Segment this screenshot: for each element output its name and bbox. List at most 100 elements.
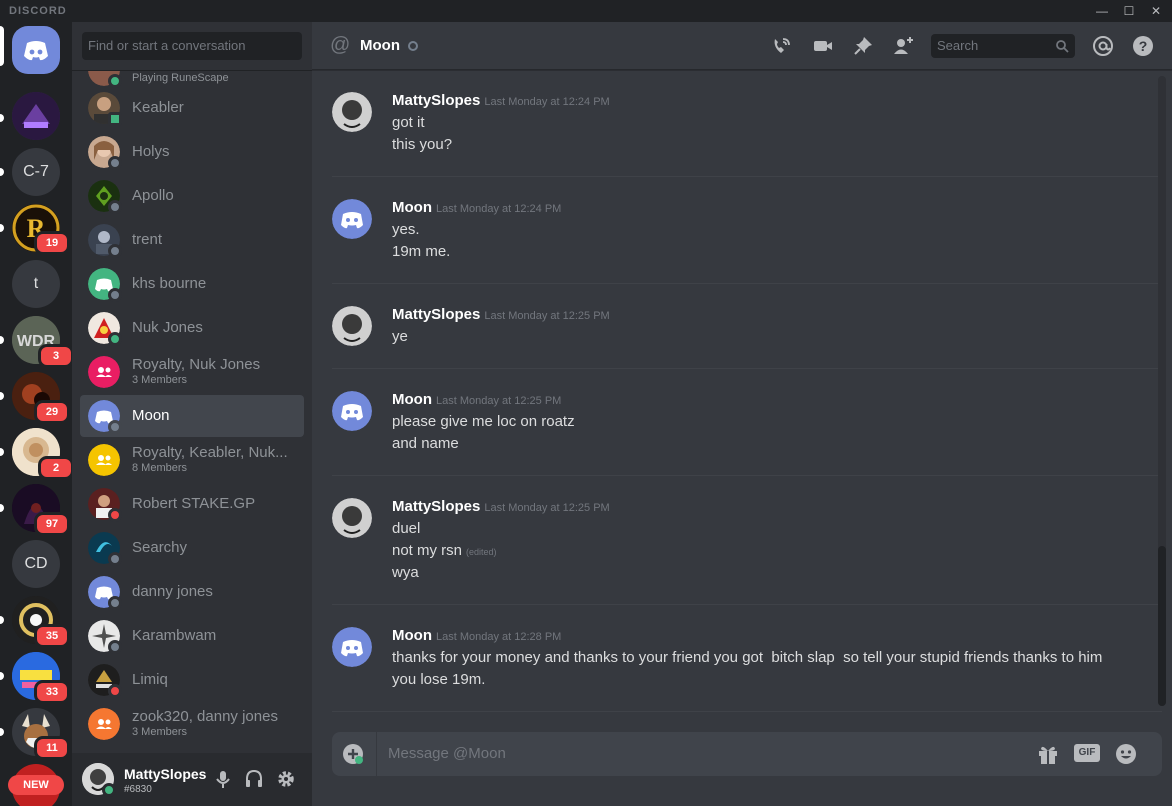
selected-indicator	[0, 26, 4, 66]
new-badge[interactable]: NEW	[8, 775, 64, 795]
discord-default-avatar-icon[interactable]	[332, 391, 372, 431]
dm-item-danny-jones[interactable]: danny jones	[80, 571, 304, 613]
dm-name: Keabler	[132, 99, 184, 116]
discord-default-avatar-icon[interactable]	[332, 199, 372, 239]
avatar[interactable]	[332, 92, 372, 132]
dm-item-holys[interactable]: Holys	[80, 131, 304, 173]
dm-name: Royalty, Nuk Jones	[132, 356, 261, 373]
status-offline	[108, 640, 122, 654]
dm-item-group-zook320[interactable]: zook320, danny jones 3 Members	[80, 703, 304, 745]
message-text: please give me loc on roatz	[392, 413, 575, 430]
gear-icon[interactable]	[275, 768, 297, 790]
emoji-icon[interactable]	[1114, 743, 1138, 765]
server-c7[interactable]: C-7	[12, 148, 60, 196]
status-offline	[108, 288, 122, 302]
unread-indicator	[0, 336, 4, 344]
dm-name: Robert STAKE.GP	[132, 495, 256, 512]
avatar[interactable]	[332, 498, 372, 538]
status-online	[108, 74, 122, 88]
status-offline	[108, 596, 122, 610]
upload-plus-icon[interactable]	[342, 743, 364, 765]
message-author[interactable]: Moon Last Monday at 12:28 PM	[392, 627, 561, 644]
unread-indicator	[0, 672, 4, 680]
gif-button[interactable]: GIF	[1074, 744, 1100, 762]
mentions-icon[interactable]	[1092, 35, 1114, 57]
chat-header: @ Moon Search ?	[312, 22, 1172, 70]
avatar[interactable]	[332, 306, 372, 346]
unread-indicator	[0, 224, 4, 232]
mention-badge: 35	[34, 624, 70, 648]
dm-item-robert-stake[interactable]: Robert STAKE.GP	[80, 483, 304, 525]
message-author[interactable]: Moon Last Monday at 12:24 PM	[392, 199, 561, 216]
dm-item-group-royalty[interactable]: Royalty, Nuk Jones 3 Members	[80, 351, 304, 393]
message-text: and name	[392, 435, 459, 452]
message-text: not my rsn (edited)	[392, 542, 497, 559]
at-icon: @	[330, 34, 351, 56]
user-tag: #6830	[124, 784, 152, 795]
message-text: this you?	[392, 136, 453, 153]
microphone-icon[interactable]	[212, 768, 234, 790]
message-author[interactable]: MattySlopes Last Monday at 12:25 PM	[392, 306, 610, 323]
voice-call-icon[interactable]	[771, 35, 793, 57]
help-icon[interactable]: ?	[1132, 35, 1154, 57]
dm-item-keabler[interactable]: Keabler	[80, 87, 304, 129]
scrollbar-thumb[interactable]	[1158, 546, 1166, 706]
dm-search-input[interactable]: Find or start a conversation	[82, 32, 302, 60]
dm-activity: Playing RuneScape	[132, 72, 229, 84]
unread-indicator	[0, 616, 4, 624]
add-friend-icon[interactable]	[892, 35, 914, 57]
dm-name: Limiq	[132, 671, 168, 688]
status-mobile-online	[108, 112, 122, 126]
dm-name: Nuk Jones	[132, 319, 203, 336]
discord-logo-icon	[24, 41, 48, 61]
dm-item-apollo[interactable]: Apollo	[80, 175, 304, 217]
gift-icon[interactable]	[1036, 743, 1060, 765]
message-author[interactable]: Moon Last Monday at 12:25 PM	[392, 391, 561, 408]
server-icon[interactable]	[12, 92, 60, 140]
search-input[interactable]: Search	[931, 34, 1075, 58]
headphones-icon[interactable]	[243, 768, 265, 790]
message-input[interactable]: Message @Moon	[388, 745, 506, 762]
channel-name: Moon	[360, 37, 400, 54]
app-brand: DISCORD	[9, 5, 67, 17]
pin-icon[interactable]	[852, 35, 874, 57]
message-divider	[332, 283, 1162, 284]
dm-item-limiq[interactable]: Limiq	[80, 659, 304, 701]
message-text: ye	[392, 328, 408, 345]
message-author[interactable]: MattySlopes Last Monday at 12:25 PM	[392, 498, 610, 515]
dm-item-khs-bourne[interactable]: khs bourne	[80, 263, 304, 305]
message-timestamp: Last Monday at 12:25 PM	[484, 310, 610, 322]
group-dm-icon	[88, 708, 120, 740]
dm-item-karambwam[interactable]: Karambwam	[80, 615, 304, 657]
close-button[interactable]: ✕	[1144, 0, 1168, 22]
group-dm-icon	[88, 356, 120, 388]
video-call-icon[interactable]	[812, 35, 834, 57]
dm-item-moon[interactable]: Moon	[80, 395, 304, 437]
message-text: got it	[392, 114, 425, 131]
message-text: wya	[392, 564, 419, 581]
dm-item-nuk-jones[interactable]: Nuk Jones	[80, 307, 304, 349]
unread-indicator	[0, 504, 4, 512]
dm-sidebar: Find or start a conversation Playing Run…	[72, 22, 312, 806]
status-offline	[408, 41, 418, 51]
message-timestamp: Last Monday at 12:24 PM	[484, 96, 610, 108]
server-cd[interactable]: CD	[12, 540, 60, 588]
title-bar: DISCORD — ☐ ✕	[0, 0, 1172, 22]
mention-badge: 97	[34, 512, 70, 536]
message-text: you lose 19m.	[392, 671, 486, 688]
home-button[interactable]	[12, 26, 60, 74]
dm-item-trent[interactable]: trent	[80, 219, 304, 261]
server-t[interactable]: t	[12, 260, 60, 308]
minimize-button[interactable]: —	[1090, 0, 1114, 22]
maximize-button[interactable]: ☐	[1117, 0, 1141, 22]
mention-badge: 3	[38, 344, 72, 368]
message-list: MattySlopes Last Monday at 12:24 PM got i…	[312, 71, 1172, 726]
status-offline	[108, 244, 122, 258]
status-dnd	[108, 684, 122, 698]
discord-default-avatar-icon[interactable]	[332, 627, 372, 667]
dm-item-searchy[interactable]: Searchy	[80, 527, 304, 569]
dm-name: Holys	[132, 143, 170, 160]
message-author[interactable]: MattySlopes Last Monday at 12:24 PM	[392, 92, 610, 109]
discord-app: DISCORD — ☐ ✕ C-7 R 19 t WDR 3 29 2 97 C…	[0, 0, 1172, 806]
dm-item-group-royalty-keabler[interactable]: Royalty, Keabler, Nuk... 8 Members	[80, 439, 304, 481]
